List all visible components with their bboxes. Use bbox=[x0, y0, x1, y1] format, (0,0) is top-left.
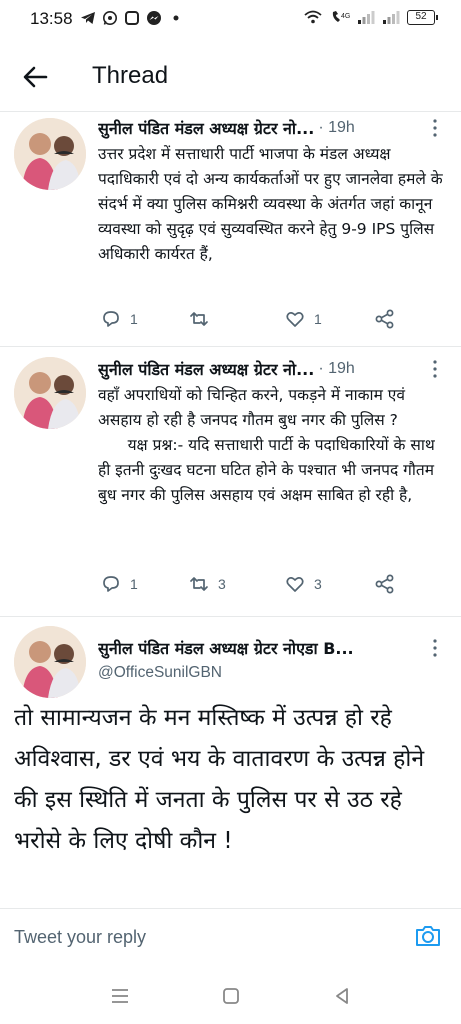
signal-icon bbox=[383, 11, 400, 24]
app-header: Thread bbox=[0, 42, 461, 112]
back-icon[interactable] bbox=[330, 984, 354, 1008]
svg-text:4G: 4G bbox=[341, 13, 350, 20]
more-options-icon[interactable] bbox=[427, 116, 443, 140]
volte-icon: 4G bbox=[332, 11, 350, 22]
avatar[interactable] bbox=[14, 626, 86, 698]
thread-tweet[interactable]: सुनील पंडित मंडल अध्यक्ष ग्रेटर नो... · … bbox=[0, 347, 461, 617]
author-handle[interactable]: @OfficeSunilGBN bbox=[98, 664, 222, 682]
author-name[interactable]: सुनील पंडित मंडल अध्यक्ष ग्रेटर नो... bbox=[98, 117, 314, 139]
main-tweet-text: तो सामान्यजन के मन मस्तिष्क में उत्पन्न … bbox=[14, 705, 425, 854]
reply-icon bbox=[103, 311, 119, 327]
reply-input[interactable] bbox=[14, 923, 374, 951]
camera-icon[interactable] bbox=[413, 921, 443, 951]
author-name[interactable]: सुनील पंडित मंडल अध्यक्ष ग्रेटर नोएडा B.… bbox=[98, 637, 354, 659]
retweet-button[interactable]: 3 bbox=[188, 573, 284, 595]
author-name[interactable]: सुनील पंडित मंडल अध्यक्ष ग्रेटर नो... bbox=[98, 358, 314, 380]
thread-tweet[interactable]: सुनील पंडित मंडल अध्यक्ष ग्रेटर नो... · … bbox=[0, 112, 461, 347]
tweet-header: सुनील पंडित मंडल अध्यक्ष ग्रेटर नोएडा B.… bbox=[98, 636, 427, 660]
avatar[interactable] bbox=[14, 357, 86, 429]
tweet-header: सुनील पंडित मंडल अध्यक्ष ग्रेटर नो... · … bbox=[98, 357, 427, 381]
heart-icon bbox=[286, 577, 304, 592]
like-button[interactable]: 1 bbox=[284, 308, 374, 330]
home-icon[interactable] bbox=[219, 984, 243, 1008]
retweet-icon bbox=[190, 312, 208, 326]
like-button[interactable]: 3 bbox=[284, 573, 374, 595]
signal-icon bbox=[358, 11, 375, 24]
share-button[interactable] bbox=[374, 308, 396, 330]
whatsapp-icon bbox=[103, 11, 117, 25]
heart-icon bbox=[286, 312, 304, 327]
tweet-text: उत्तर प्रदेश में सत्ताधारी पार्टी भाजपा … bbox=[98, 145, 448, 263]
tweet-time: · 19h bbox=[318, 360, 355, 377]
reply-count: 1 bbox=[130, 311, 138, 327]
arrow-left-icon[interactable] bbox=[20, 62, 50, 92]
tweet-actions: 1 3 3 bbox=[100, 570, 411, 598]
telegram-icon bbox=[81, 12, 95, 24]
like-count: 1 bbox=[314, 311, 322, 327]
retweet-count: 3 bbox=[218, 576, 226, 592]
system-icons: 4G 52 bbox=[303, 9, 438, 25]
app-square-icon bbox=[125, 11, 139, 25]
reply-button[interactable]: 1 bbox=[100, 573, 188, 595]
like-count: 3 bbox=[314, 576, 322, 592]
reply-icon bbox=[103, 576, 119, 592]
status-bar: 13:58 4G 52 bbox=[0, 0, 461, 40]
reply-button[interactable]: 1 bbox=[100, 308, 188, 330]
page-title: Thread bbox=[92, 62, 169, 89]
share-icon bbox=[375, 309, 394, 329]
reply-count: 1 bbox=[130, 576, 138, 592]
tweet-actions: 1 1 bbox=[100, 305, 411, 333]
reply-bar bbox=[0, 908, 461, 964]
notification-icons bbox=[80, 10, 184, 26]
system-nav-bar bbox=[0, 968, 461, 1024]
more-options-icon[interactable] bbox=[427, 636, 443, 660]
retweet-button[interactable] bbox=[188, 308, 284, 330]
avatar[interactable] bbox=[14, 118, 86, 190]
share-button[interactable] bbox=[374, 573, 396, 595]
status-time: 13:58 bbox=[30, 9, 73, 28]
more-options-icon[interactable] bbox=[427, 357, 443, 381]
wifi-icon bbox=[304, 10, 322, 24]
messenger-icon bbox=[147, 11, 161, 25]
menu-icon[interactable] bbox=[108, 984, 132, 1008]
retweet-icon bbox=[190, 577, 208, 591]
share-icon bbox=[375, 574, 394, 594]
tweet-header: सुनील पंडित मंडल अध्यक्ष ग्रेटर नो... · … bbox=[98, 116, 427, 140]
dot-icon bbox=[173, 15, 179, 21]
battery-indicator: 52 bbox=[407, 9, 438, 25]
tweet-text: वहाँ अपराधियों को चिन्हित करने, पकड़ने म… bbox=[98, 386, 435, 504]
tweet-time: · 19h bbox=[318, 119, 355, 136]
